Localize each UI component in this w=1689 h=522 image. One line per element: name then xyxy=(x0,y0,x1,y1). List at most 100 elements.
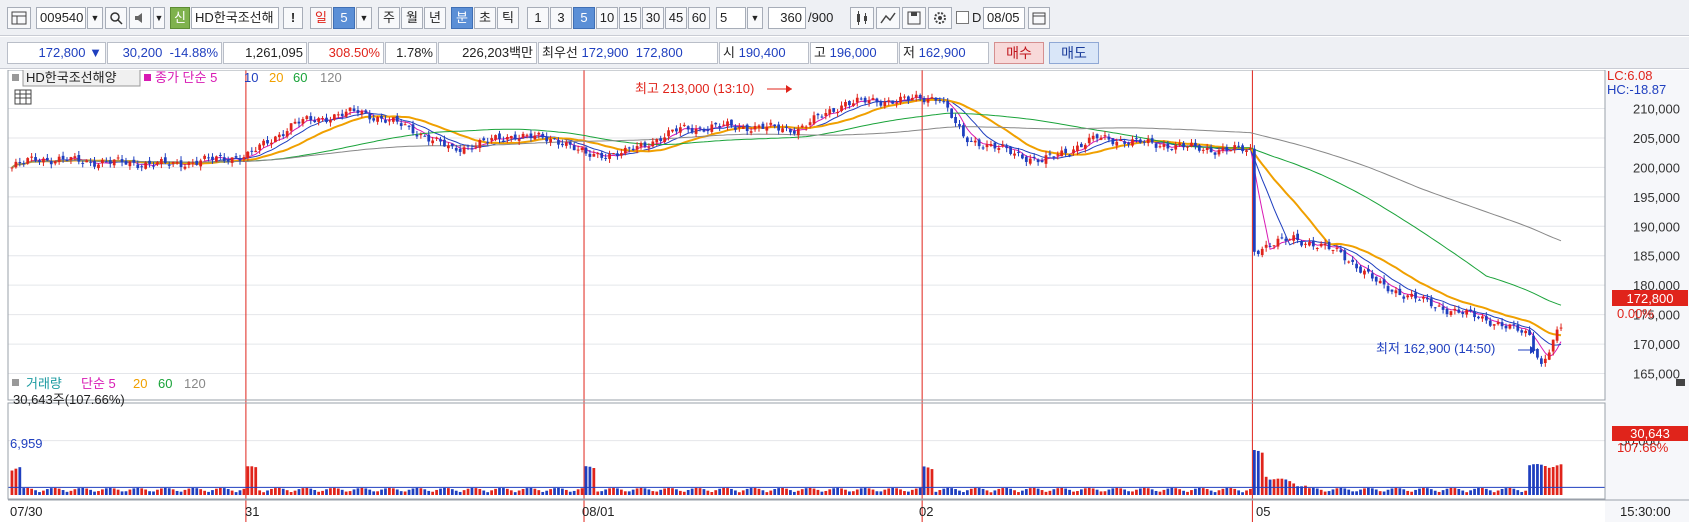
candle-body xyxy=(710,124,714,132)
price-panel-handle-icon[interactable] xyxy=(12,74,19,81)
period-day-button[interactable]: 일 xyxy=(310,7,332,29)
gear-icon[interactable] xyxy=(928,7,952,29)
period-month-button[interactable]: 월 xyxy=(401,7,423,29)
period-dropdown-icon[interactable]: ▼ xyxy=(356,7,372,29)
volume-bar xyxy=(1378,491,1382,495)
candle-body xyxy=(199,160,203,167)
alert-button[interactable]: ! xyxy=(283,7,303,29)
period-year-button[interactable]: 년 xyxy=(424,7,446,29)
candle-body xyxy=(816,113,820,116)
candle-body xyxy=(207,157,210,159)
candle-body xyxy=(187,161,191,165)
interval-30-button[interactable]: 30 xyxy=(642,7,664,29)
interval-10-button[interactable]: 10 xyxy=(596,7,618,29)
candle-body xyxy=(969,140,973,142)
date-checkbox[interactable] xyxy=(956,11,969,24)
candle-body xyxy=(848,101,851,106)
volume-bar xyxy=(1190,490,1193,495)
volume-bar xyxy=(336,488,340,495)
volume-bar xyxy=(159,488,163,495)
collapse-icon[interactable] xyxy=(1676,379,1685,386)
count-input[interactable]: 360 xyxy=(768,7,806,29)
candle-body xyxy=(332,114,336,120)
volume-bar xyxy=(1339,487,1343,495)
interval-60-button[interactable]: 60 xyxy=(688,7,710,29)
volume-bar xyxy=(1528,465,1531,495)
period-second-button[interactable]: 초 xyxy=(474,7,496,29)
volume-bar xyxy=(1115,487,1119,495)
table-icon[interactable] xyxy=(14,89,32,105)
code-dropdown-icon[interactable]: ▼ xyxy=(87,7,103,29)
candle-body xyxy=(741,126,745,129)
buy-button[interactable]: 매수 xyxy=(994,42,1044,64)
volume-bar xyxy=(305,487,309,495)
candle-body xyxy=(447,145,450,149)
volume-bar xyxy=(851,491,855,495)
volume-bar xyxy=(792,491,796,495)
candle-body xyxy=(376,117,379,122)
candle-body xyxy=(439,139,442,142)
price-volume-chart[interactable]: 165,000170,000175,000180,000185,000190,0… xyxy=(0,70,1689,522)
candle-body xyxy=(1087,137,1091,144)
candle-body xyxy=(1378,280,1382,284)
period-week-button[interactable]: 주 xyxy=(378,7,400,29)
volume-bar xyxy=(883,489,887,495)
volume-bar xyxy=(671,488,674,495)
layout-icon[interactable] xyxy=(7,7,31,29)
speaker-dropdown-icon[interactable]: ▼ xyxy=(153,7,165,29)
volume-bar xyxy=(1429,489,1433,495)
candle-body xyxy=(1461,312,1465,314)
search-icon[interactable] xyxy=(105,7,127,29)
volume-bar xyxy=(454,490,458,495)
volume-bar xyxy=(1001,488,1005,495)
candle-body xyxy=(427,134,431,142)
sell-button[interactable]: 매도 xyxy=(1049,42,1099,64)
period-tick-button[interactable]: 틱 xyxy=(497,7,519,29)
line-tool-icon[interactable] xyxy=(876,7,900,29)
volume-bar xyxy=(1359,489,1362,495)
candle-body xyxy=(1433,307,1437,309)
calendar-icon[interactable] xyxy=(1028,7,1050,29)
volume-bar xyxy=(1052,489,1056,495)
candle-tool-icon[interactable] xyxy=(850,7,874,29)
candle-body xyxy=(985,144,989,148)
volume-bar xyxy=(1539,464,1543,495)
interval-input[interactable]: 5 xyxy=(716,7,746,29)
volume-bar xyxy=(458,491,462,495)
candle-body xyxy=(38,160,41,162)
volume-bar xyxy=(1021,490,1024,495)
volume-bar xyxy=(1060,487,1064,495)
save-icon[interactable] xyxy=(902,7,926,29)
period-minute-button[interactable]: 분 xyxy=(451,7,473,29)
interval-1-button[interactable]: 1 xyxy=(527,7,549,29)
interval-3-button[interactable]: 3 xyxy=(550,7,572,29)
volume-bar xyxy=(749,488,753,495)
interval-dropdown-icon[interactable]: ▼ xyxy=(747,7,763,29)
candle-body xyxy=(1394,290,1398,294)
volume-bar xyxy=(702,489,706,495)
interval-5-button[interactable]: 5 xyxy=(573,7,595,29)
stock-name-field[interactable]: HD한국조선해 xyxy=(191,7,279,29)
volume-bar xyxy=(281,488,285,495)
interval-45-button[interactable]: 45 xyxy=(665,7,687,29)
speaker-icon[interactable] xyxy=(129,7,151,29)
interval-15-button[interactable]: 15 xyxy=(619,7,641,29)
date-input[interactable]: 08/05 xyxy=(983,7,1025,29)
candle-body xyxy=(883,101,887,107)
volume-bar xyxy=(745,488,749,495)
volume-bar xyxy=(545,490,549,495)
volume-panel-handle-icon[interactable] xyxy=(12,379,19,386)
candle-body xyxy=(1398,288,1402,296)
candle-body xyxy=(1351,259,1355,262)
volume-bar xyxy=(1233,488,1237,495)
candle-body xyxy=(792,130,796,134)
count-total: /900 xyxy=(808,10,834,25)
candle-body xyxy=(828,109,832,115)
volume-bar xyxy=(1398,488,1402,495)
period-day-number[interactable]: 5 xyxy=(333,7,355,29)
candle-body xyxy=(785,126,788,128)
candle-body xyxy=(108,160,112,164)
candle-body xyxy=(490,138,494,141)
stock-code-input[interactable]: 009540 xyxy=(36,7,86,29)
candle-body xyxy=(513,134,517,140)
